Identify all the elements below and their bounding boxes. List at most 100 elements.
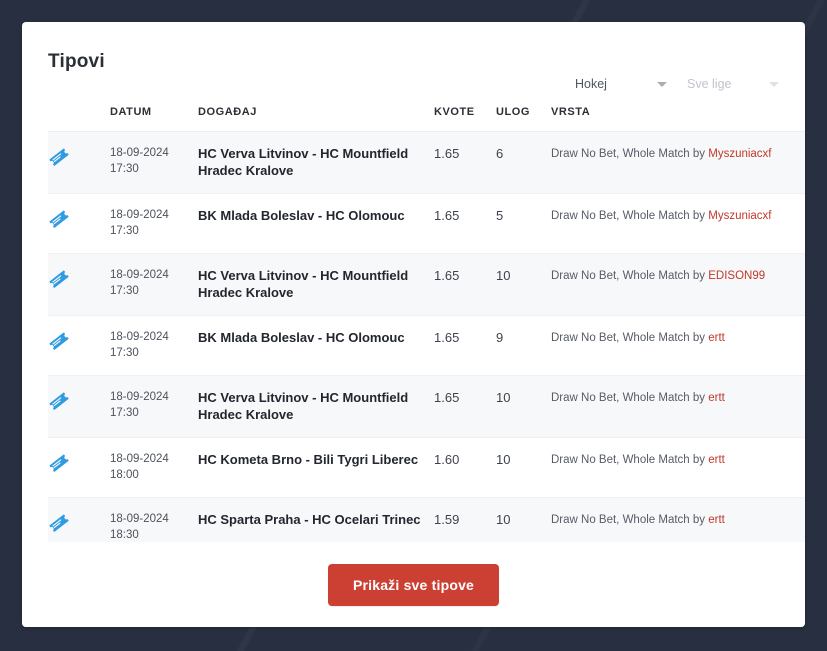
column-header-icon bbox=[48, 106, 110, 132]
column-header-kvote: KVOTE bbox=[434, 106, 475, 118]
row-type-cell: Draw No Bet, Whole Match by Myszuniacxf bbox=[551, 131, 805, 194]
table-row[interactable]: 18-09-2024 17:30 HC Verva Litvinov - HC Mo… bbox=[48, 253, 805, 316]
table-row[interactable]: 18-09-2024 18:00 HC Kometa Brno - Bili Tyg… bbox=[48, 437, 805, 498]
chevron-down-icon bbox=[769, 81, 779, 87]
row-stake: 9 bbox=[496, 315, 551, 376]
row-time: 17:30 bbox=[110, 162, 139, 175]
row-time: 17:30 bbox=[110, 284, 139, 297]
row-odds: 1.65 bbox=[434, 131, 496, 194]
row-type-cell: Draw No Bet, Whole Match by EDISON99 bbox=[551, 253, 805, 316]
row-user-link[interactable]: Myszuniacxf bbox=[708, 210, 771, 222]
row-date: 18-09-2024 bbox=[110, 269, 169, 281]
row-ticket-cell bbox=[48, 375, 110, 438]
row-time: 18:00 bbox=[110, 468, 139, 481]
row-date-cell: 18-09-2024 18:00 bbox=[110, 437, 198, 498]
column-header-vrsta: VRSTA bbox=[551, 106, 591, 118]
row-ticket-cell bbox=[48, 437, 110, 498]
row-ticket-cell bbox=[48, 131, 110, 194]
table-row[interactable]: 18-09-2024 17:30 BK Mlada Boleslav - HC Ol… bbox=[48, 193, 805, 254]
row-type-text: Draw No Bet, Whole Match by bbox=[551, 210, 709, 222]
table-row[interactable]: 18-09-2024 17:30 BK Mlada Boleslav - HC Ol… bbox=[48, 315, 805, 376]
row-date-cell: 18-09-2024 17:30 bbox=[110, 253, 198, 316]
table-header-row: DATUM DOGAĐAJ KVOTE ULOG VRSTA bbox=[48, 106, 805, 132]
row-event[interactable]: HC Sparta Praha - HC Ocelari Trinec bbox=[198, 498, 434, 543]
row-user-link[interactable]: ertt bbox=[708, 392, 725, 404]
row-ticket-cell bbox=[48, 253, 110, 316]
row-type-cell: Draw No Bet, Whole Match by ertt bbox=[551, 315, 805, 376]
row-odds: 1.65 bbox=[434, 375, 496, 438]
row-date-cell: 18-09-2024 17:30 bbox=[110, 375, 198, 438]
row-date: 18-09-2024 bbox=[110, 453, 169, 465]
row-event[interactable]: BK Mlada Boleslav - HC Olomouc bbox=[198, 315, 434, 376]
card-footer: Prikaži sve tipove bbox=[22, 542, 805, 627]
row-date-cell: 18-09-2024 17:30 bbox=[110, 193, 198, 254]
row-type-text: Draw No Bet, Whole Match by bbox=[551, 514, 709, 526]
row-stake: 6 bbox=[496, 131, 551, 194]
row-odds: 1.65 bbox=[434, 193, 496, 254]
row-stake: 10 bbox=[496, 512, 511, 527]
row-odds: 1.60 bbox=[434, 437, 496, 498]
row-type-cell: Draw No Bet, Whole Match by ertt bbox=[551, 375, 805, 438]
ticket-icon bbox=[48, 146, 110, 167]
row-type-text: Draw No Bet, Whole Match by bbox=[551, 148, 709, 160]
table-row[interactable]: 18-09-2024 18:30 HC Sparta Praha - HC Ocel… bbox=[48, 497, 805, 543]
tipovi-card: Tipovi Hokej Sve lige DATUM DOGAĐAJ KVOT… bbox=[22, 22, 805, 627]
row-type-text: Draw No Bet, Whole Match by bbox=[551, 392, 709, 404]
tips-table: DATUM DOGAĐAJ KVOTE ULOG VRSTA 18-09-202… bbox=[48, 106, 805, 542]
row-date: 18-09-2024 bbox=[110, 513, 169, 525]
row-stake: 10 bbox=[496, 253, 551, 316]
ticket-icon bbox=[48, 452, 110, 473]
row-date-cell: 18-09-2024 17:30 bbox=[110, 315, 198, 376]
row-time: 17:30 bbox=[110, 224, 139, 237]
row-stake: 10 bbox=[496, 375, 551, 438]
table-head: DATUM DOGAĐAJ KVOTE ULOG VRSTA bbox=[48, 106, 805, 132]
tips-table-area: DATUM DOGAĐAJ KVOTE ULOG VRSTA 18-09-202… bbox=[22, 106, 805, 542]
row-event[interactable]: HC Verva Litvinov - HC Mountfield Hradec… bbox=[198, 131, 434, 194]
row-time: 17:30 bbox=[110, 346, 139, 359]
row-time: 17:30 bbox=[110, 406, 139, 419]
row-odds: 1.59 bbox=[434, 512, 460, 527]
row-type-text: Draw No Bet, Whole Match by bbox=[551, 332, 709, 344]
row-type-text: Draw No Bet, Whole Match by bbox=[551, 270, 709, 282]
table-row[interactable]: 18-09-2024 17:30 HC Verva Litvinov - HC Mo… bbox=[48, 131, 805, 194]
row-event[interactable]: HC Verva Litvinov - HC Mountfield Hradec… bbox=[198, 375, 434, 438]
page-title: Tipovi bbox=[48, 51, 105, 72]
row-user-link[interactable]: Myszuniacxf bbox=[708, 148, 771, 160]
row-type-text: Draw No Bet, Whole Match by bbox=[551, 454, 709, 466]
row-user-link[interactable]: ertt bbox=[708, 454, 725, 466]
row-user-link[interactable]: ertt bbox=[708, 332, 725, 344]
show-all-tips-button[interactable]: Prikaži sve tipove bbox=[327, 563, 500, 606]
row-user-link[interactable]: EDISON99 bbox=[708, 270, 765, 282]
row-odds: 1.65 bbox=[434, 253, 496, 316]
sport-filter-select[interactable]: Hokej bbox=[575, 72, 667, 96]
card-header: Tipovi Hokej Sve lige bbox=[22, 22, 805, 106]
ticket-icon bbox=[48, 512, 110, 533]
league-filter-value: Sve lige bbox=[687, 77, 732, 91]
row-user-link[interactable]: ertt bbox=[708, 514, 725, 526]
row-type-cell: Draw No Bet, Whole Match by ertt bbox=[551, 498, 805, 543]
table-body: 18-09-2024 17:30 HC Verva Litvinov - HC Mo… bbox=[48, 131, 805, 543]
league-filter-select[interactable]: Sve lige bbox=[687, 72, 779, 96]
ticket-icon bbox=[48, 330, 110, 351]
row-odds: 1.65 bbox=[434, 315, 496, 376]
row-date: 18-09-2024 bbox=[110, 331, 169, 343]
row-ticket-cell bbox=[48, 315, 110, 376]
row-ticket-cell bbox=[48, 498, 110, 543]
row-date-cell: 18-09-2024 17:30 bbox=[110, 131, 198, 194]
row-type-cell: Draw No Bet, Whole Match by ertt bbox=[551, 437, 805, 498]
chevron-down-icon bbox=[657, 81, 667, 87]
row-type-cell: Draw No Bet, Whole Match by Myszuniacxf bbox=[551, 193, 805, 254]
row-event[interactable]: BK Mlada Boleslav - HC Olomouc bbox=[198, 193, 434, 254]
column-header-datum: DATUM bbox=[110, 106, 152, 118]
table-row[interactable]: 18-09-2024 17:30 HC Verva Litvinov - HC Mo… bbox=[48, 375, 805, 438]
row-event[interactable]: HC Verva Litvinov - HC Mountfield Hradec… bbox=[198, 253, 434, 316]
row-date: 18-09-2024 bbox=[110, 209, 169, 221]
ticket-icon bbox=[48, 390, 110, 411]
column-header-ulog: ULOG bbox=[496, 106, 530, 118]
row-stake: 5 bbox=[496, 193, 551, 254]
ticket-icon bbox=[48, 268, 110, 289]
sport-filter-value: Hokej bbox=[575, 77, 607, 91]
row-event[interactable]: HC Kometa Brno - Bili Tygri Liberec bbox=[198, 437, 434, 498]
filter-group: Hokej Sve lige bbox=[575, 72, 779, 96]
column-header-dogadjaj: DOGAĐAJ bbox=[198, 106, 257, 118]
